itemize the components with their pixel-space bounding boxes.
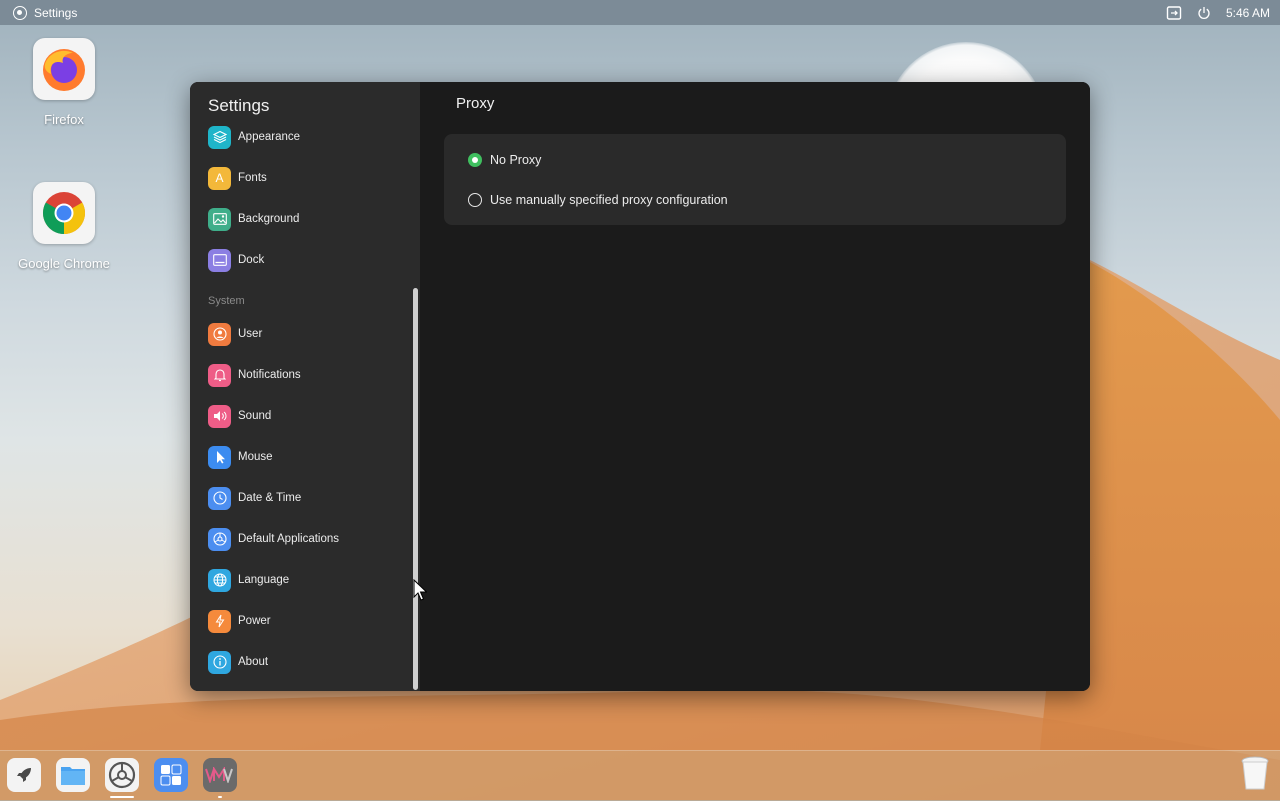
sidebar-item-language[interactable]: Language xyxy=(208,565,289,595)
page-title: Proxy xyxy=(456,95,495,112)
layers-icon xyxy=(208,125,231,149)
sidebar-item-about[interactable]: About xyxy=(208,647,268,677)
sidebar-item-label: Mouse xyxy=(238,451,273,463)
desktop-icon-label: Firefox xyxy=(44,112,84,127)
sidebar-item-label: Language xyxy=(238,574,290,586)
sidebar-item-label: Fonts xyxy=(238,172,267,184)
firefox-icon xyxy=(33,38,95,100)
sidebar: Settings Appearance A Fonts Background D… xyxy=(190,82,420,691)
calculator-icon[interactable] xyxy=(154,758,188,792)
active-app-name: Settings xyxy=(34,5,78,20)
settings-app-icon xyxy=(13,5,27,20)
mouse-cursor-icon xyxy=(413,579,427,601)
sidebar-scrollbar[interactable] xyxy=(413,288,418,690)
globe-icon xyxy=(208,568,231,592)
info-icon xyxy=(208,650,231,674)
power-icon[interactable] xyxy=(1196,5,1212,21)
sidebar-item-user[interactable]: User xyxy=(208,319,262,349)
user-icon xyxy=(208,322,231,346)
sidebar-item-default-applications[interactable]: Default Applications xyxy=(208,524,339,554)
dock-icon xyxy=(208,248,231,272)
clock-time[interactable]: 5:46 AM xyxy=(1226,6,1270,20)
font-icon: A xyxy=(208,166,231,190)
dock xyxy=(0,750,1280,801)
sidebar-item-label: Dock xyxy=(238,254,265,266)
running-indicator xyxy=(218,796,222,798)
image-icon xyxy=(208,207,231,231)
sidebar-item-label: Power xyxy=(238,615,271,627)
content-pane: Proxy No Proxy Use manually specified pr… xyxy=(420,82,1090,691)
pointer-icon xyxy=(208,445,231,469)
radio-label: Use manually specified proxy configurati… xyxy=(490,193,728,207)
desktop-icon-firefox[interactable]: Firefox xyxy=(9,38,119,127)
sidebar-item-label: Notifications xyxy=(238,369,301,381)
running-indicator xyxy=(110,796,134,798)
proxy-options-card: No Proxy Use manually specified proxy co… xyxy=(444,134,1066,225)
clock-icon xyxy=(208,486,231,510)
trash-icon[interactable] xyxy=(1238,756,1272,790)
desktop-icon-chrome[interactable]: Google Chrome xyxy=(9,182,119,271)
desktop-icon-label: Google Chrome xyxy=(18,256,110,271)
bell-icon xyxy=(208,363,231,387)
sidebar-title: Settings xyxy=(208,96,270,115)
sidebar-item-power[interactable]: Power xyxy=(208,606,271,636)
vm-icon[interactable] xyxy=(203,758,237,792)
sidebar-item-dock[interactable]: Dock xyxy=(208,245,264,275)
sidebar-item-label: User xyxy=(238,328,263,340)
sidebar-item-label: Default Applications xyxy=(238,533,340,545)
sidebar-item-label: Sound xyxy=(238,410,272,422)
sidebar-item-sound[interactable]: Sound xyxy=(208,401,271,431)
sidebar-item-label: About xyxy=(238,656,269,668)
radio-label: No Proxy xyxy=(490,153,542,167)
sidebar-item-label: Background xyxy=(238,213,300,225)
sidebar-item-label: Appearance xyxy=(238,131,301,143)
settings-window: Settings Appearance A Fonts Background D… xyxy=(190,82,1090,691)
radio-no-proxy[interactable]: No Proxy xyxy=(468,153,541,167)
bolt-icon xyxy=(208,609,231,633)
settings-icon[interactable] xyxy=(105,758,139,792)
radio-selected-indicator[interactable] xyxy=(468,153,482,167)
files-icon[interactable] xyxy=(56,758,90,792)
top-panel: Settings 5:46 AM xyxy=(0,0,1280,25)
sidebar-item-label: Date & Time xyxy=(238,492,302,504)
sidebar-item-appearance[interactable]: Appearance xyxy=(208,122,300,152)
sidebar-item-mouse[interactable]: Mouse xyxy=(208,442,273,472)
sidebar-item-notifications[interactable]: Notifications xyxy=(208,360,301,390)
chrome-icon xyxy=(33,182,95,244)
speaker-icon xyxy=(208,404,231,428)
radio-manual-proxy[interactable]: Use manually specified proxy configurati… xyxy=(468,193,728,207)
sidebar-item-date-time[interactable]: Date & Time xyxy=(208,483,301,513)
radio-unselected-indicator[interactable] xyxy=(468,193,482,207)
sidebar-item-fonts[interactable]: A Fonts xyxy=(208,163,267,193)
apps-icon xyxy=(208,527,231,551)
section-label-system: System xyxy=(208,295,245,307)
screen-rotate-icon[interactable] xyxy=(1166,5,1182,21)
sidebar-item-background[interactable]: Background xyxy=(208,204,299,234)
launcher-icon[interactable] xyxy=(7,758,41,792)
